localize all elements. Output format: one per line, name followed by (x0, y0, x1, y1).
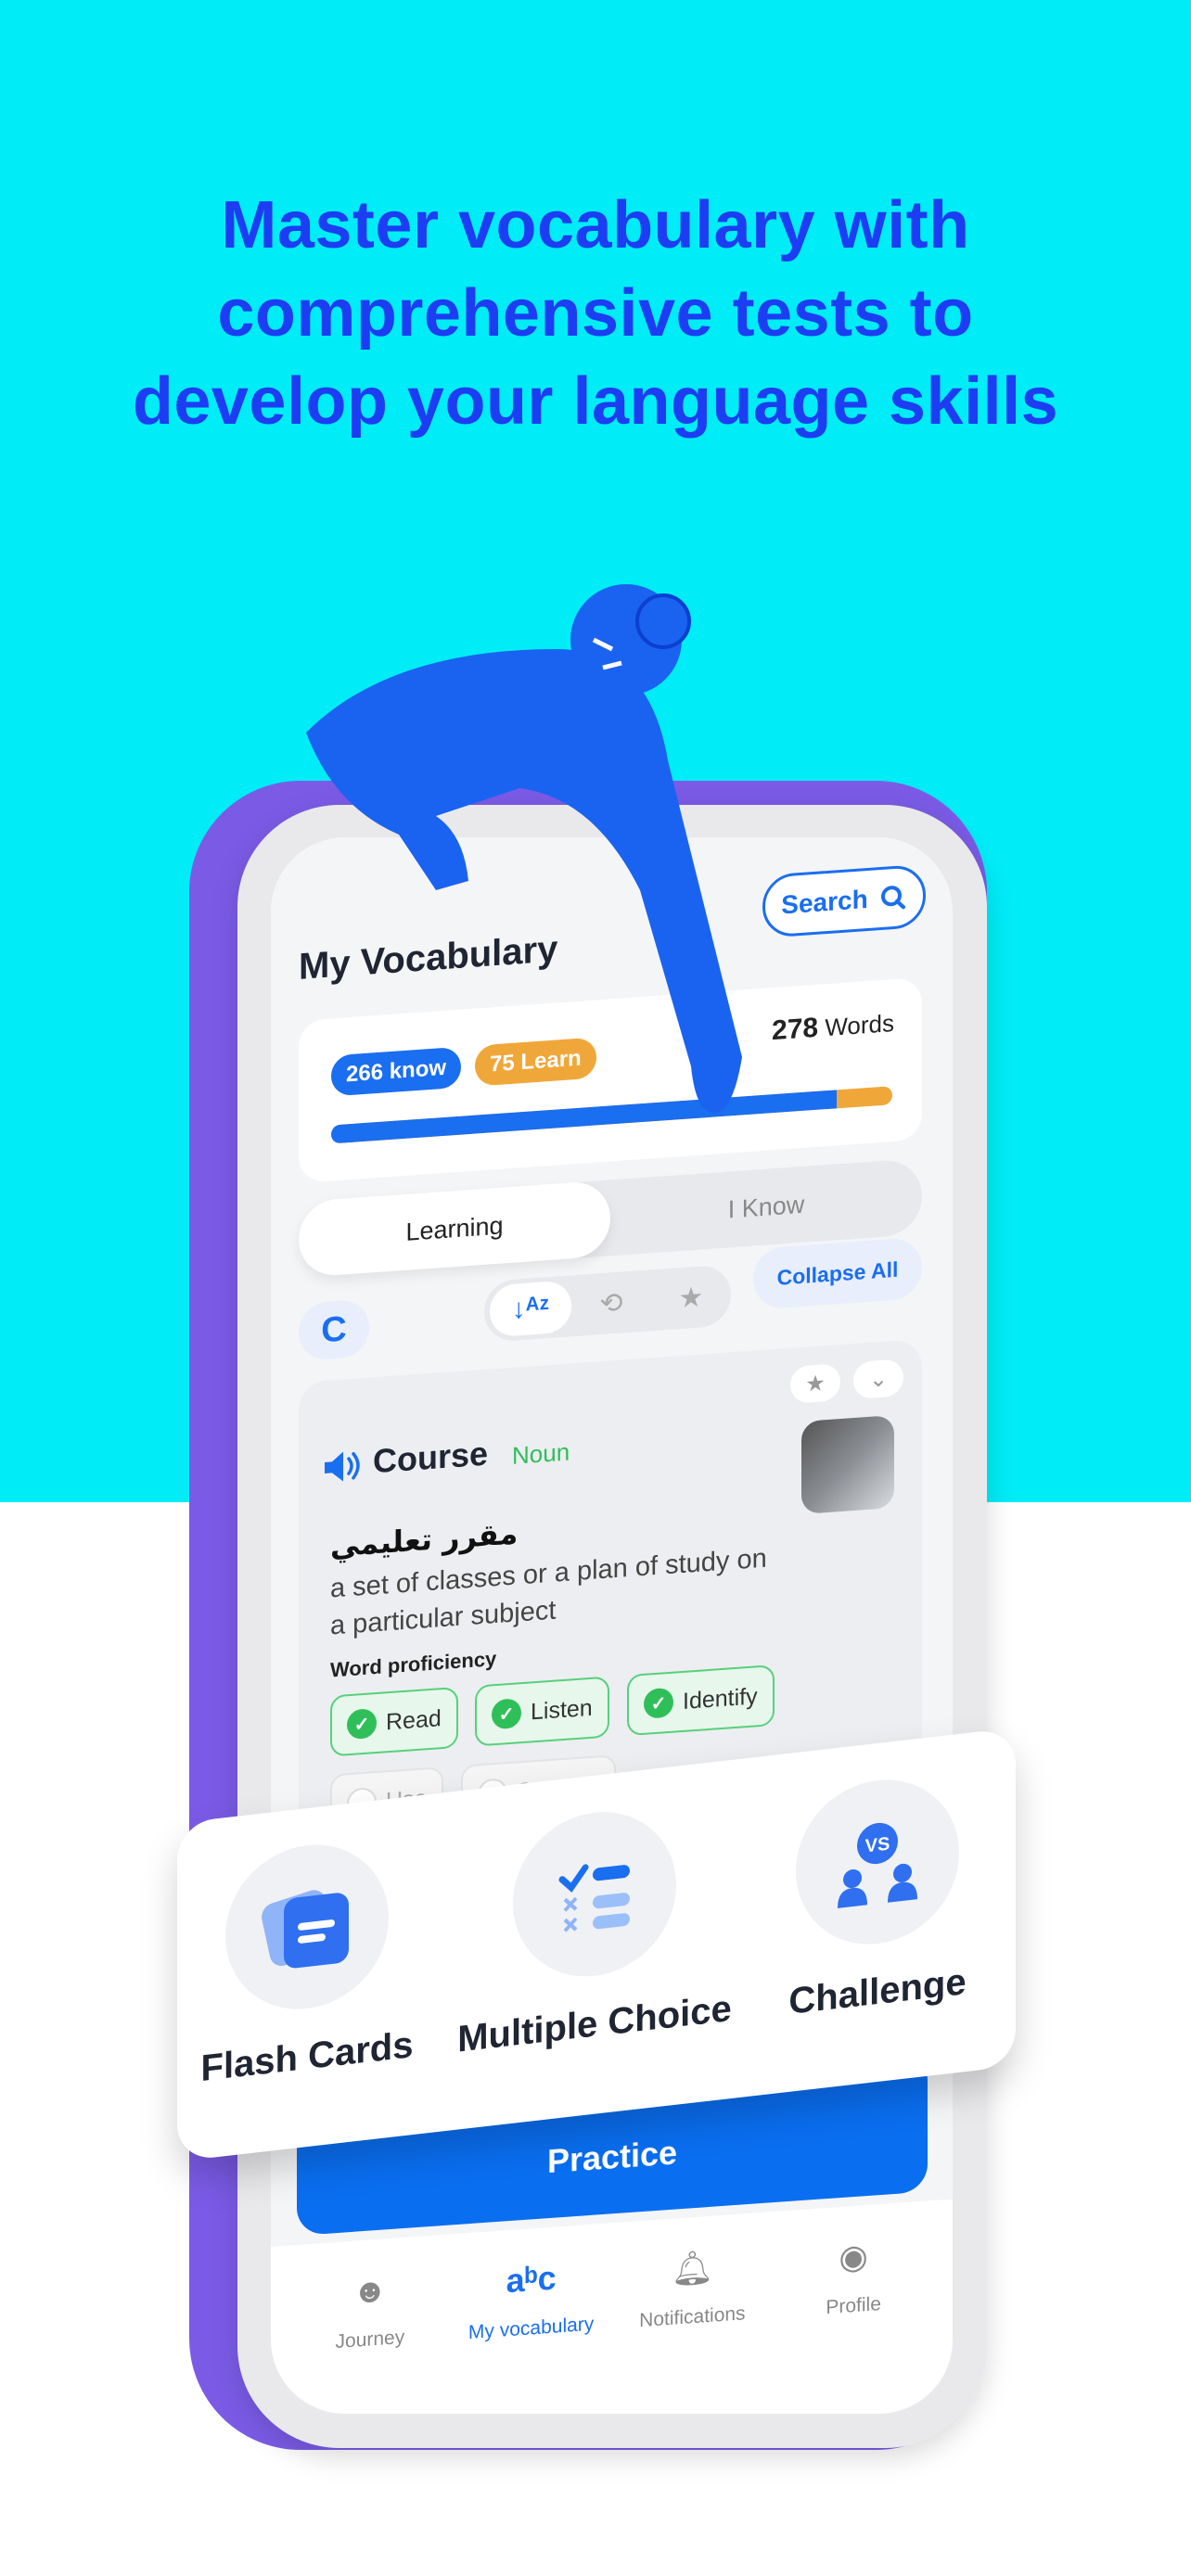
mode-flash-cards[interactable]: Flash Cards (168, 1830, 446, 2094)
character-illustration (306, 584, 742, 1113)
flash-cards-icon (225, 1836, 389, 2019)
svg-text:VS: VS (865, 1834, 890, 1857)
multiple-choice-icon (513, 1803, 676, 1985)
mode-label: Flash Cards (200, 2024, 414, 2090)
mode-challenge[interactable]: VS Challenge (738, 1765, 1017, 2029)
mode-label: Challenge (788, 1961, 967, 2022)
mode-label: Multiple Choice (457, 1987, 732, 2060)
versus-challenge-icon: VS (796, 1770, 959, 1954)
mode-multiple-choice[interactable]: Multiple Choice (455, 1797, 734, 2061)
